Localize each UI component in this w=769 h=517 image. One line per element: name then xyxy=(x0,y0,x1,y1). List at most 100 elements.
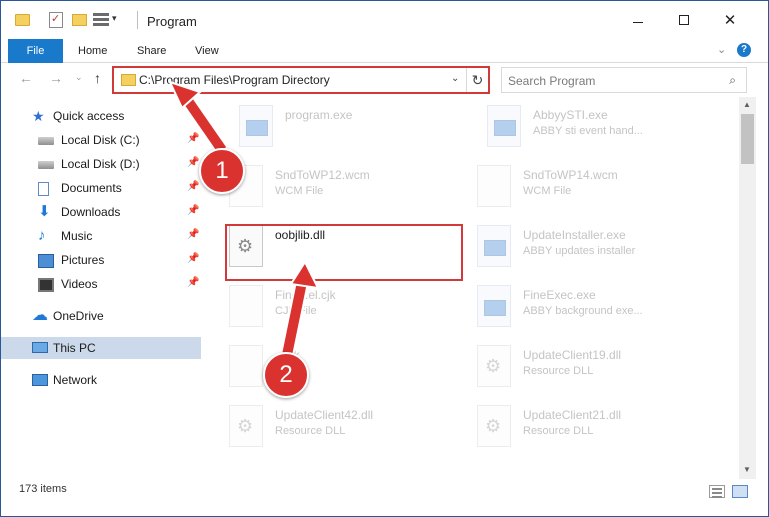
file-type: ABBY sti event hand... xyxy=(533,125,643,137)
pin-icon[interactable]: 📌 xyxy=(187,253,199,264)
file-type: Resource DLL xyxy=(523,365,594,377)
file-item[interactable]: UpdateClient21.dll Resource DLL xyxy=(453,401,693,457)
sidebar-item-label: Videos xyxy=(61,277,98,291)
pin-icon[interactable]: 📌 xyxy=(187,229,199,240)
status-bar: 173 items xyxy=(1,479,768,516)
up-button[interactable]: ↑ xyxy=(94,70,101,86)
sidebar-item-label: Network xyxy=(53,373,98,387)
scrollbar-thumb[interactable] xyxy=(741,114,754,164)
file-item[interactable]: AbbyySTI.exe ABBY sti event hand... xyxy=(463,101,703,157)
file-name: program.exe xyxy=(285,108,353,122)
sidebar-item-quick-access[interactable]: ★ Quick access xyxy=(1,105,201,127)
sidebar-item-local-disk-c[interactable]: Local Disk (C:) 📌 xyxy=(1,129,201,151)
close-button[interactable]: ✕ xyxy=(707,1,753,39)
computer-icon xyxy=(32,342,48,353)
properties-icon[interactable] xyxy=(49,12,63,28)
file-item[interactable]: ...cjk ...File xyxy=(205,341,445,397)
file-item[interactable]: UpdateInstaller.exe ABBY updates install… xyxy=(453,221,693,277)
file-item[interactable]: UpdateClient42.dll Resource DLL xyxy=(205,401,445,457)
network-icon xyxy=(32,374,48,386)
sidebar-item-label: Quick access xyxy=(53,109,125,123)
vertical-scrollbar[interactable]: ▲ ▼ xyxy=(739,97,756,479)
pin-icon[interactable]: 📌 xyxy=(187,157,199,168)
tab-view[interactable]: View xyxy=(185,39,229,63)
sidebar-item-label: Pictures xyxy=(61,253,105,267)
scroll-up-arrow-icon[interactable]: ▲ xyxy=(743,100,751,109)
file-item[interactable]: FineExec.exe ABBY background exe... xyxy=(453,281,693,337)
file-name: FineExec.exe xyxy=(523,288,596,302)
search-box[interactable]: ⌕ xyxy=(501,67,747,93)
sidebar-item-label: Local Disk (D:) xyxy=(61,157,140,171)
downloads-icon: ⬇ xyxy=(38,203,51,220)
minimize-button[interactable] xyxy=(615,1,661,39)
new-folder-icon[interactable] xyxy=(72,14,87,26)
sidebar-item-this-pc[interactable]: This PC xyxy=(1,337,201,359)
generic-file-icon xyxy=(229,285,263,327)
sidebar-item-pictures[interactable]: Pictures 📌 xyxy=(1,249,201,271)
file-type: WCM File xyxy=(275,185,324,197)
maximize-button[interactable] xyxy=(661,1,707,39)
step-2-badge: 2 xyxy=(263,352,309,398)
search-input[interactable] xyxy=(508,72,708,90)
pin-icon[interactable]: 📌 xyxy=(187,205,199,216)
exe-file-icon xyxy=(239,105,273,147)
step-1-badge: 1 xyxy=(199,148,245,194)
sidebar-item-documents[interactable]: Documents 📌 xyxy=(1,177,201,199)
toolbar-separator xyxy=(137,11,138,29)
file-type: WCM File xyxy=(523,185,572,197)
tab-home[interactable]: Home xyxy=(68,39,117,63)
scroll-down-arrow-icon[interactable]: ▼ xyxy=(743,465,751,474)
exe-file-icon xyxy=(477,225,511,267)
sidebar-item-onedrive[interactable]: ☁ OneDrive xyxy=(1,305,201,327)
sidebar-item-local-disk-d[interactable]: Local Disk (D:) 📌 xyxy=(1,153,201,175)
address-bar-highlight xyxy=(112,66,490,94)
file-name: UpdateClient19.dll xyxy=(523,348,622,362)
pin-icon[interactable]: 📌 xyxy=(187,181,199,192)
cloud-icon: ☁ xyxy=(32,307,48,324)
help-icon[interactable]: ? xyxy=(737,43,751,57)
details-view-icon[interactable] xyxy=(709,485,725,498)
back-button[interactable]: ← xyxy=(19,70,33,86)
local-disk-icon xyxy=(38,137,54,145)
recent-locations-dropdown[interactable]: ⌄ xyxy=(75,72,83,83)
file-item[interactable]: Fine...el.cjk CJK File xyxy=(205,281,445,337)
sidebar-item-network[interactable]: Network xyxy=(1,369,201,391)
search-icon[interactable]: ⌕ xyxy=(729,73,736,88)
sidebar-item-videos[interactable]: Videos 📌 xyxy=(1,273,201,295)
exe-file-icon xyxy=(487,105,521,147)
local-disk-icon xyxy=(38,161,54,169)
sidebar-item-downloads[interactable]: ⬇ Downloads 📌 xyxy=(1,201,201,223)
sidebar-item-label: This PC xyxy=(53,341,96,355)
pin-icon[interactable]: 📌 xyxy=(187,277,199,288)
sidebar-item-music[interactable]: ♪ Music 📌 xyxy=(1,225,201,247)
file-name: UpdateClient42.dll xyxy=(275,408,374,422)
tab-file[interactable]: File xyxy=(8,39,63,63)
sidebar-item-label: OneDrive xyxy=(53,309,104,323)
file-type: ABBY updates installer xyxy=(523,245,636,257)
file-name: UpdateClient21.dll xyxy=(523,408,622,422)
folder-icon xyxy=(15,14,30,26)
exe-file-icon xyxy=(477,285,511,327)
file-type: Resource DLL xyxy=(275,425,346,437)
forward-button[interactable]: → xyxy=(49,70,63,86)
window-title: Program xyxy=(147,14,197,29)
pictures-icon xyxy=(38,254,54,268)
expand-ribbon-chevron-icon[interactable]: ⌄ xyxy=(717,43,726,56)
tab-share[interactable]: Share xyxy=(127,39,176,63)
file-name: SndToWP12.wcm xyxy=(275,168,370,182)
file-type: ABBY background exe... xyxy=(523,305,643,317)
navigation-pane: ★ Quick access Local Disk (C:) 📌 Local D… xyxy=(1,97,205,479)
file-type: CJK File xyxy=(275,305,317,317)
view-options-icon[interactable] xyxy=(93,13,109,27)
quick-access-toolbar-dropdown[interactable]: ▾ xyxy=(112,13,117,24)
pin-icon[interactable]: 📌 xyxy=(187,133,199,144)
file-item[interactable]: UpdateClient19.dll Resource DLL xyxy=(453,341,693,397)
star-icon: ★ xyxy=(32,108,45,124)
large-icons-view-icon[interactable] xyxy=(732,485,748,498)
navigation-bar: ← → ⌄ ↑ C:\Program Files\Program Directo… xyxy=(1,64,768,96)
file-item[interactable]: program.exe xyxy=(215,101,455,157)
file-item[interactable]: SndToWP14.wcm WCM File xyxy=(453,161,693,217)
dll-file-icon xyxy=(477,405,511,447)
videos-icon xyxy=(38,278,54,292)
dll-file-icon xyxy=(477,345,511,387)
